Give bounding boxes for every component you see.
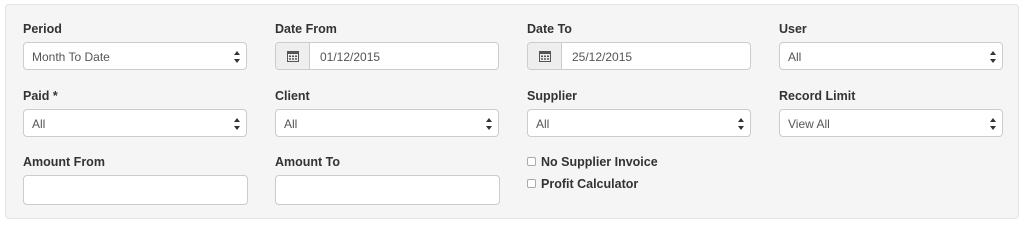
amount-to-input[interactable]: [275, 175, 500, 205]
paid-label: Paid *: [23, 89, 58, 103]
date-from-value: 01/12/2015: [320, 50, 381, 64]
up-down-arrows-icon: [990, 51, 996, 63]
no-supplier-invoice-checkbox[interactable]: [527, 157, 536, 166]
record-limit-label: Record Limit: [779, 89, 856, 103]
date-to-label: Date To: [527, 22, 572, 36]
amount-to-label: Amount To: [275, 155, 341, 169]
date-to-value: 25/12/2015: [572, 50, 633, 64]
user-value: All: [788, 50, 802, 64]
up-down-arrows-icon: [486, 118, 492, 130]
period-value: Month To Date: [32, 50, 110, 64]
date-from-input-group[interactable]: 01/12/2015: [275, 42, 499, 70]
client-label: Client: [275, 89, 310, 103]
user-select[interactable]: All: [779, 42, 1003, 70]
supplier-label: Supplier: [527, 89, 578, 103]
up-down-arrows-icon: [234, 118, 240, 130]
record-limit-value: View All: [788, 117, 830, 131]
paid-select[interactable]: All: [23, 109, 247, 137]
up-down-arrows-icon: [990, 118, 996, 130]
user-label: User: [779, 22, 807, 36]
date-to-addon[interactable]: [528, 43, 562, 69]
calendar-icon: [287, 51, 299, 62]
record-limit-select[interactable]: View All: [779, 109, 1003, 137]
no-supplier-invoice-label: No Supplier Invoice: [541, 155, 658, 169]
profit-calculator-label: Profit Calculator: [541, 177, 639, 191]
supplier-value: All: [536, 117, 550, 131]
up-down-arrows-icon: [234, 51, 240, 63]
date-from-addon[interactable]: [276, 43, 310, 69]
client-select[interactable]: All: [275, 109, 499, 137]
date-from-label: Date From: [275, 22, 337, 36]
period-label: Period: [23, 22, 62, 36]
supplier-select[interactable]: All: [527, 109, 751, 137]
up-down-arrows-icon: [738, 118, 744, 130]
paid-value: All: [32, 117, 46, 131]
date-to-input-group[interactable]: 25/12/2015: [527, 42, 751, 70]
client-value: All: [284, 117, 298, 131]
profit-calculator-checkbox[interactable]: [527, 179, 536, 188]
calendar-icon: [539, 51, 551, 62]
filter-panel: Period Month To Date Date From 01/12/201…: [5, 4, 1019, 219]
period-select[interactable]: Month To Date: [23, 42, 247, 70]
amount-from-label: Amount From: [23, 155, 105, 169]
amount-from-input[interactable]: [23, 175, 248, 205]
